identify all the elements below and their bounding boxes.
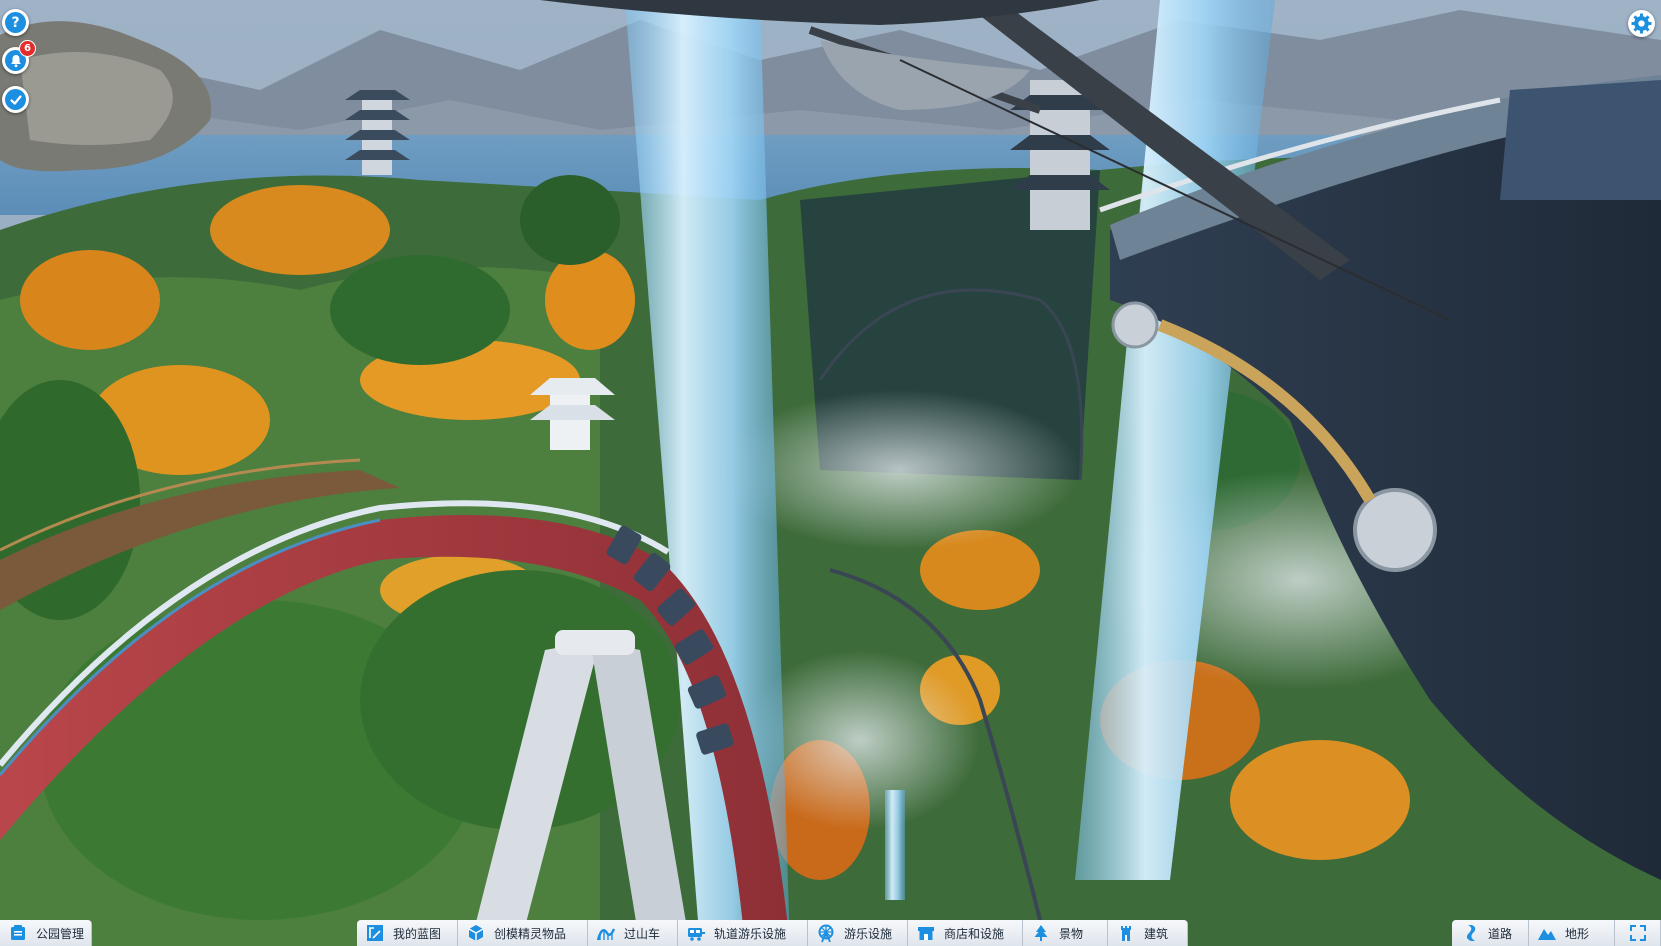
my-blueprints-label: 我的蓝图: [393, 926, 442, 941]
track-rides-label: 轨道游乐设施: [714, 926, 787, 941]
gear-icon: [1631, 13, 1652, 34]
building-button[interactable]: 建筑: [1108, 920, 1188, 946]
expand-view-button[interactable]: [1615, 920, 1661, 946]
cube-icon: [466, 923, 486, 943]
help-glyph: ?: [11, 14, 20, 31]
park-management-icon: [8, 923, 28, 943]
notification-count-badge: 6: [19, 40, 36, 57]
settings-button[interactable]: [1628, 10, 1655, 37]
terrain-button[interactable]: 地形: [1529, 920, 1615, 946]
paths-label: 道路: [1488, 926, 1513, 941]
checkmark-icon: [5, 89, 26, 110]
shops-facilities-label: 商店和设施: [944, 926, 1005, 941]
help-button[interactable]: ?: [2, 9, 29, 36]
objectives-button[interactable]: [2, 86, 29, 113]
scenery-label: 景物: [1059, 926, 1084, 941]
terrain-label: 地形: [1565, 926, 1590, 941]
scenery-objects-label: 创模精灵物品: [494, 926, 567, 941]
shops-facilities-button[interactable]: 商店和设施: [908, 920, 1023, 946]
coasters-button[interactable]: 过山车: [588, 920, 678, 946]
ferris-wheel-icon: [816, 923, 836, 943]
game-viewport[interactable]: [0, 0, 1661, 946]
my-blueprints-button[interactable]: 我的蓝图: [357, 920, 458, 946]
track-rides-button[interactable]: 轨道游乐设施: [678, 920, 808, 946]
mountain-icon: [1537, 923, 1557, 943]
train-icon: [686, 923, 706, 943]
shop-icon: [916, 923, 936, 943]
flat-rides-button[interactable]: 游乐设施: [808, 920, 908, 946]
scenery-objects-button[interactable]: 创模精灵物品: [458, 920, 588, 946]
building-label: 建筑: [1144, 926, 1169, 941]
bottom-toolbar: 公园管理 我的蓝图 创模精灵物品 过山车 轨道游乐设施 游乐设施 商店和设施 景…: [0, 920, 1661, 946]
coaster-icon: [596, 923, 616, 943]
path-icon: [1460, 923, 1480, 943]
blueprint-icon: [365, 923, 385, 943]
expand-icon: [1628, 923, 1648, 943]
help-icon: ?: [5, 12, 26, 33]
notifications-button[interactable]: 6: [2, 40, 36, 74]
coasters-label: 过山车: [624, 926, 661, 941]
tower-icon: [1116, 923, 1136, 943]
park-management-label: 公园管理: [36, 926, 85, 941]
paths-button[interactable]: 道路: [1452, 920, 1529, 946]
scenery-button[interactable]: 景物: [1023, 920, 1108, 946]
flat-rides-label: 游乐设施: [844, 926, 893, 941]
tree-icon: [1031, 923, 1051, 943]
park-management-button[interactable]: 公园管理: [0, 920, 92, 946]
